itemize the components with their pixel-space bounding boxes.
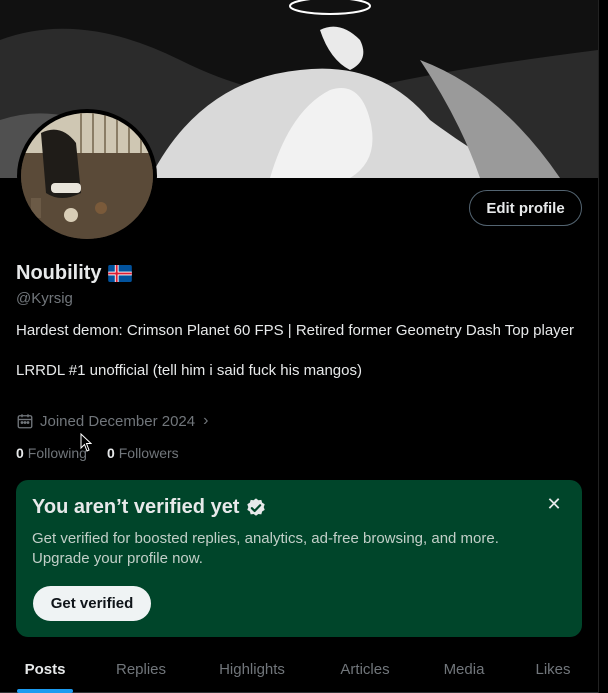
bio-line: Hardest demon: Crimson Planet 60 FPS | R… bbox=[16, 322, 575, 339]
following-label: Following bbox=[27, 445, 87, 461]
tab-posts[interactable]: Posts bbox=[0, 645, 90, 693]
tab-label: Likes bbox=[535, 660, 571, 678]
verification-title-text: You aren’t verified yet bbox=[32, 496, 240, 518]
tab-highlights[interactable]: Highlights bbox=[192, 645, 312, 693]
mouse-cursor-icon bbox=[80, 433, 92, 452]
profile-handle: @Kyrsig bbox=[16, 290, 73, 307]
tab-articles[interactable]: Articles bbox=[312, 645, 418, 693]
tab-label: Posts bbox=[24, 660, 66, 678]
followers-link[interactable]: 0 Followers bbox=[107, 445, 179, 461]
tab-replies[interactable]: Replies bbox=[90, 645, 192, 693]
avatar[interactable] bbox=[17, 109, 157, 243]
profile-name: Noubility bbox=[16, 262, 102, 284]
tab-label: Articles bbox=[340, 660, 390, 678]
followers-count: 0 bbox=[106, 445, 115, 461]
verification-title: You aren’t verified yet bbox=[32, 496, 267, 519]
scrollbar[interactable] bbox=[598, 0, 608, 693]
verified-badge-icon bbox=[247, 497, 266, 516]
get-verified-button[interactable]: Get verified bbox=[33, 586, 151, 621]
profile-bio: Hardest demon: Crimson Planet 60 FPS | R… bbox=[16, 321, 576, 381]
following-count: 0 bbox=[16, 445, 24, 461]
verification-card: You aren’t verified yet Get verified for… bbox=[16, 480, 582, 637]
followers-label: Followers bbox=[118, 445, 179, 461]
close-icon[interactable]: ✕ bbox=[544, 494, 564, 514]
bio-line: LRRDL #1 unofficial (tell him i said fuc… bbox=[16, 362, 362, 379]
tab-media[interactable]: Media bbox=[418, 645, 510, 693]
iceland-flag-icon bbox=[107, 265, 132, 282]
chevron-right-icon: › bbox=[203, 412, 209, 429]
verification-description: Get verified for boosted replies, analyt… bbox=[32, 530, 499, 567]
active-tab-indicator bbox=[17, 689, 73, 693]
profile-tabs: Posts Replies Highlights Articles Media … bbox=[0, 645, 598, 693]
following-link[interactable]: 0 Following bbox=[16, 445, 87, 461]
tab-label: Media bbox=[443, 660, 485, 678]
tab-likes[interactable]: Likes bbox=[510, 645, 596, 693]
edit-profile-button[interactable]: Edit profile bbox=[469, 190, 582, 226]
joined-label: Joined December 2024 bbox=[40, 412, 196, 430]
tab-label: Replies bbox=[115, 660, 167, 678]
profile-name-row: Noubility bbox=[16, 262, 132, 285]
calendar-icon bbox=[17, 414, 33, 429]
tab-label: Highlights bbox=[219, 660, 285, 678]
follow-counts: 0 Following 0 Followers bbox=[16, 445, 179, 461]
joined-date[interactable]: Joined December 2024 › bbox=[16, 412, 208, 430]
